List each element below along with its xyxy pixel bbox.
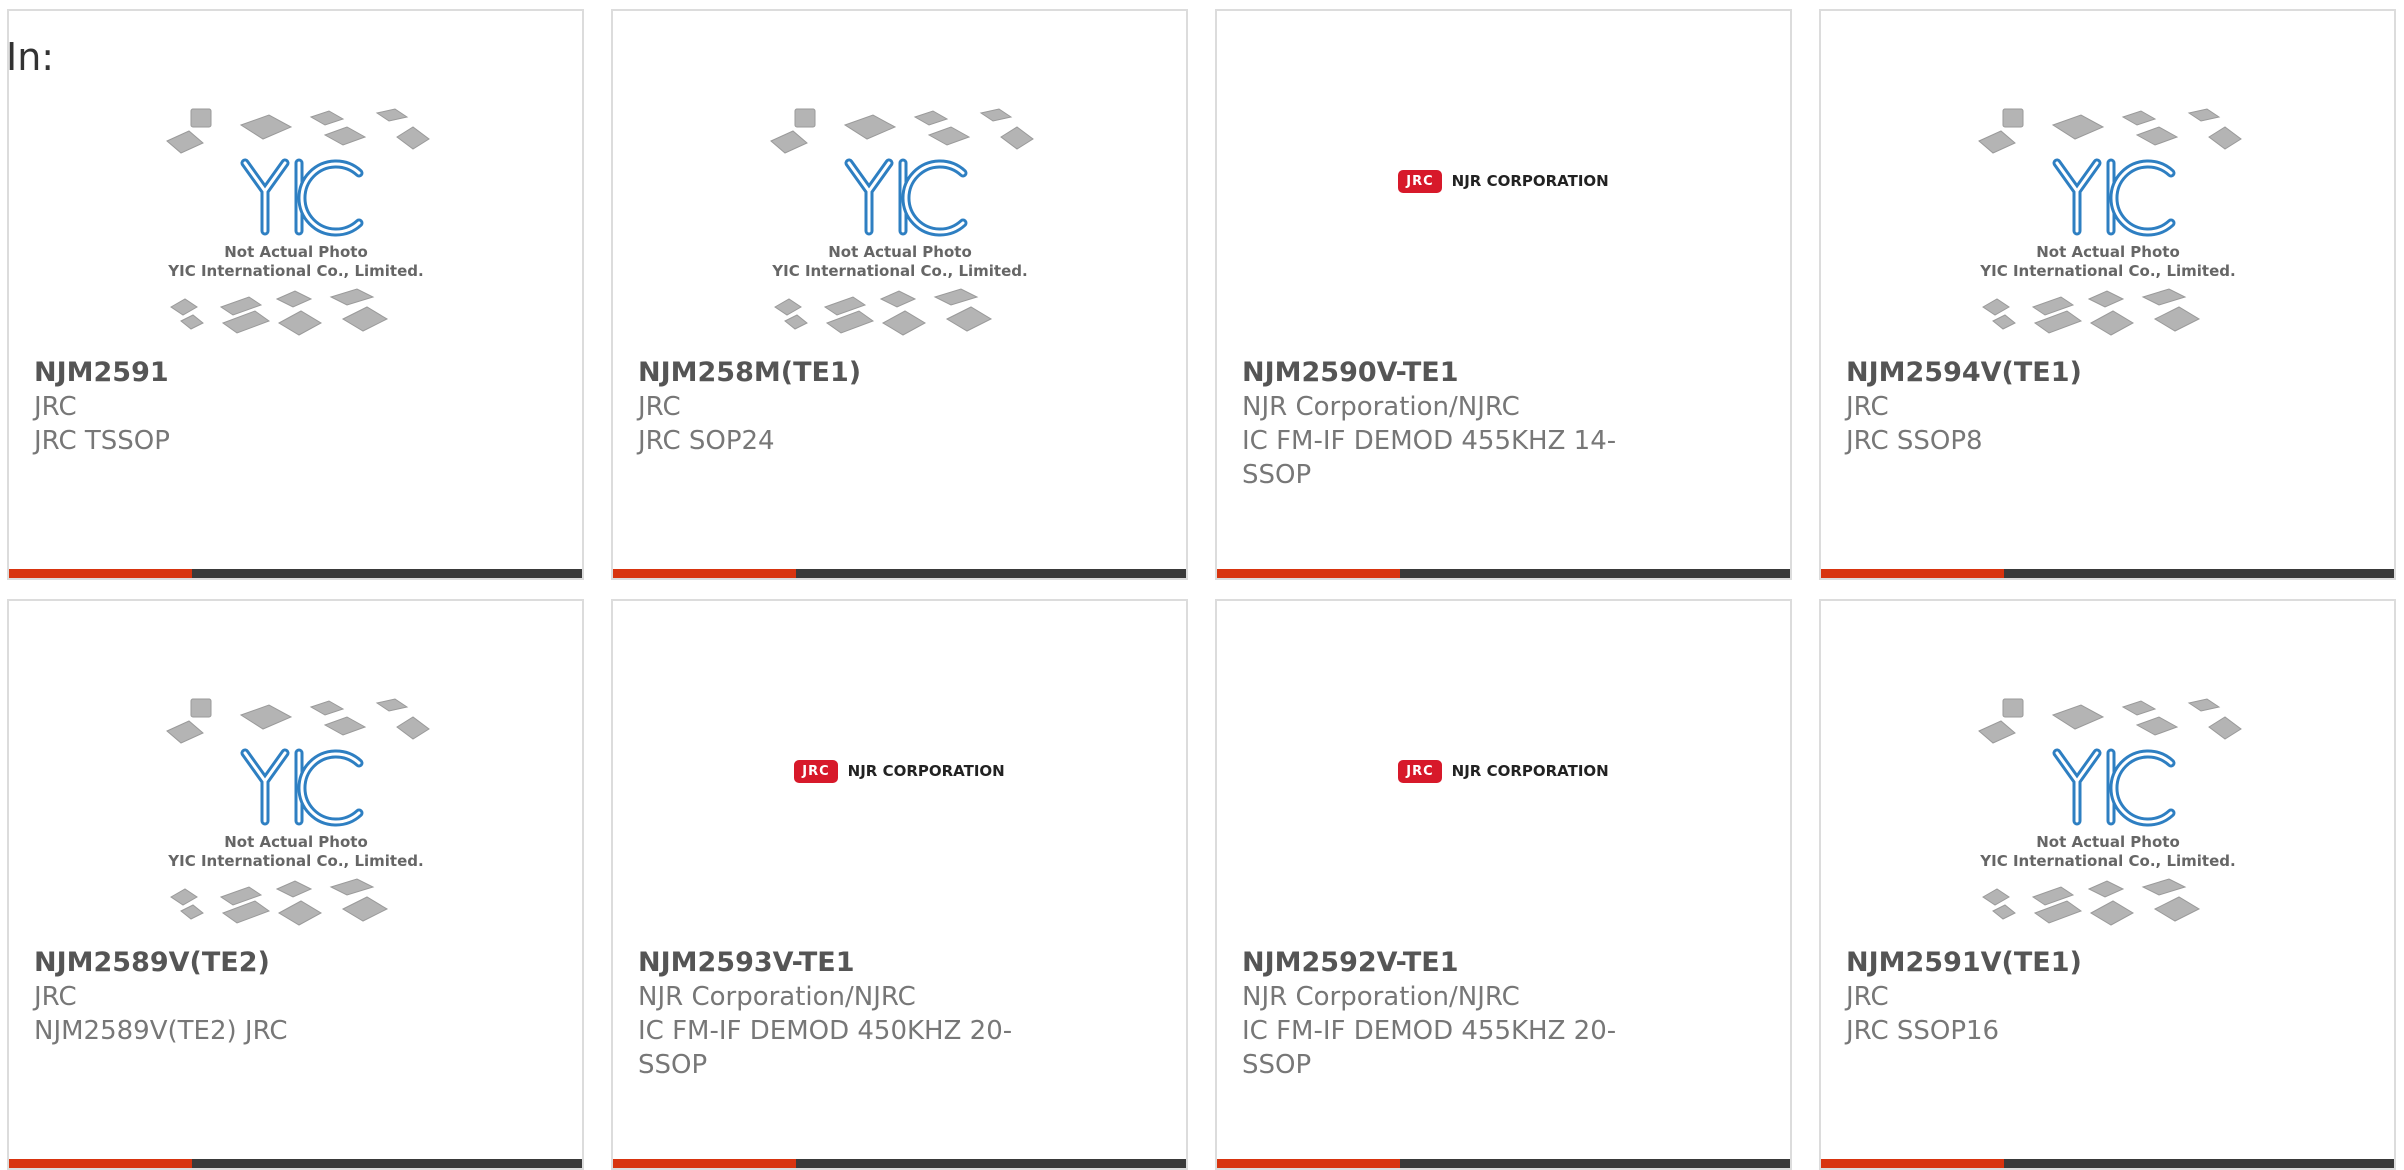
njr-logo-text: NJR CORPORATION — [847, 762, 1005, 780]
svg-text:YIC International Co., Limited: YIC International Co., Limited. — [167, 262, 423, 280]
card-bar — [1821, 1159, 2394, 1168]
product-card[interactable]: JRC NJR CORPORATION NJM2590V-TE1 NJR Cor… — [1215, 9, 1792, 580]
description: JRC TSSOP — [34, 426, 170, 456]
description: IC FM-IF DEMOD 455KHZ 20-SSOP — [1242, 1016, 1617, 1080]
jrc-badge: JRC — [1398, 759, 1442, 783]
part-number[interactable]: NJM2592V-TE1 — [1242, 946, 1762, 980]
manufacturer: JRC — [34, 982, 77, 1012]
product-card[interactable]: Not Actual Photo YIC International Co., … — [611, 9, 1188, 580]
card-bar-accent — [1821, 1159, 2004, 1168]
product-image: Not Actual Photo YIC International Co., … — [9, 685, 582, 947]
svg-text:YIC International Co., Limited: YIC International Co., Limited. — [1979, 852, 2235, 870]
card-bar-accent — [1821, 569, 2004, 578]
jrc-badge: JRC — [794, 759, 838, 783]
part-number[interactable]: NJM2591 — [34, 356, 554, 390]
product-card[interactable]: JRC NJR CORPORATION NJM2593V-TE1 NJR Cor… — [611, 599, 1188, 1170]
description: JRC SSOP16 — [1846, 1016, 2000, 1046]
jrc-badge: JRC — [1398, 169, 1442, 193]
card-bar — [9, 1159, 582, 1168]
product-image: Not Actual Photo YIC International Co., … — [1821, 95, 2394, 357]
product-card[interactable]: Not Actual Photo YIC International Co., … — [7, 9, 584, 580]
card-bar — [613, 569, 1186, 578]
description: IC FM-IF DEMOD 455KHZ 14-SSOP — [1242, 426, 1617, 490]
njr-logo-text: NJR CORPORATION — [1451, 172, 1609, 190]
svg-text:Not Actual Photo: Not Actual Photo — [2036, 243, 2180, 261]
part-number[interactable]: NJM2591V(TE1) — [1846, 946, 2366, 980]
yic-placeholder-image: Not Actual Photo YIC International Co., … — [165, 108, 430, 336]
njr-corporation-logo: JRC NJR CORPORATION — [794, 759, 1005, 783]
yic-placeholder-image: Not Actual Photo YIC International Co., … — [1977, 698, 2242, 926]
product-image: Not Actual Photo YIC International Co., … — [613, 95, 1186, 357]
card-bar-accent — [1217, 1159, 1400, 1168]
card-bar-accent — [613, 569, 796, 578]
description: NJM2589V(TE2) JRC — [34, 1016, 288, 1046]
card-bar-accent — [9, 569, 192, 578]
product-card[interactable]: Not Actual Photo YIC International Co., … — [1819, 599, 2396, 1170]
product-card[interactable]: Not Actual Photo YIC International Co., … — [1819, 9, 2396, 580]
part-number[interactable]: NJM2590V-TE1 — [1242, 356, 1762, 390]
manufacturer: NJR Corporation/NJRC — [638, 982, 916, 1012]
card-bar-accent — [1217, 569, 1400, 578]
part-number[interactable]: NJM2593V-TE1 — [638, 946, 1158, 980]
yic-placeholder-image: Not Actual Photo YIC International Co., … — [165, 698, 430, 926]
manufacturer: JRC — [1846, 392, 1889, 422]
product-image: JRC NJR CORPORATION — [613, 685, 1186, 947]
part-number[interactable]: NJM258M(TE1) — [638, 356, 1158, 390]
product-card[interactable]: JRC NJR CORPORATION NJM2592V-TE1 NJR Cor… — [1215, 599, 1792, 1170]
card-bar — [613, 1159, 1186, 1168]
part-number[interactable]: NJM2589V(TE2) — [34, 946, 554, 980]
svg-text:YIC International Co., Limited: YIC International Co., Limited. — [167, 852, 423, 870]
yic-placeholder-image: Not Actual Photo YIC International Co., … — [769, 108, 1034, 336]
card-bar — [1821, 569, 2394, 578]
card-bar — [9, 569, 582, 578]
description: JRC SSOP8 — [1846, 426, 1983, 456]
manufacturer: NJR Corporation/NJRC — [1242, 392, 1520, 422]
card-bar-accent — [613, 1159, 796, 1168]
product-image: Not Actual Photo YIC International Co., … — [9, 95, 582, 357]
product-card[interactable]: Not Actual Photo YIC International Co., … — [7, 599, 584, 1170]
manufacturer: JRC — [34, 392, 77, 422]
svg-text:YIC International Co., Limited: YIC International Co., Limited. — [771, 262, 1027, 280]
card-bar — [1217, 569, 1790, 578]
description: IC FM-IF DEMOD 450KHZ 20-SSOP — [638, 1016, 1013, 1080]
svg-text:Not Actual Photo: Not Actual Photo — [224, 243, 368, 261]
njr-corporation-logo: JRC NJR CORPORATION — [1398, 759, 1609, 783]
njr-logo-text: NJR CORPORATION — [1451, 762, 1609, 780]
filter-label: In: — [6, 35, 55, 79]
manufacturer: JRC — [638, 392, 681, 422]
svg-text:Not Actual Photo: Not Actual Photo — [2036, 833, 2180, 851]
svg-text:Not Actual Photo: Not Actual Photo — [828, 243, 972, 261]
product-image: JRC NJR CORPORATION — [1217, 95, 1790, 357]
svg-text:Not Actual Photo: Not Actual Photo — [224, 833, 368, 851]
yic-placeholder-image: Not Actual Photo YIC International Co., … — [1977, 108, 2242, 336]
card-bar-accent — [9, 1159, 192, 1168]
manufacturer: NJR Corporation/NJRC — [1242, 982, 1520, 1012]
product-image: Not Actual Photo YIC International Co., … — [1821, 685, 2394, 947]
njr-corporation-logo: JRC NJR CORPORATION — [1398, 169, 1609, 193]
manufacturer: JRC — [1846, 982, 1889, 1012]
product-image: JRC NJR CORPORATION — [1217, 685, 1790, 947]
svg-text:YIC International Co., Limited: YIC International Co., Limited. — [1979, 262, 2235, 280]
card-bar — [1217, 1159, 1790, 1168]
part-number[interactable]: NJM2594V(TE1) — [1846, 356, 2366, 390]
description: JRC SOP24 — [638, 426, 775, 456]
